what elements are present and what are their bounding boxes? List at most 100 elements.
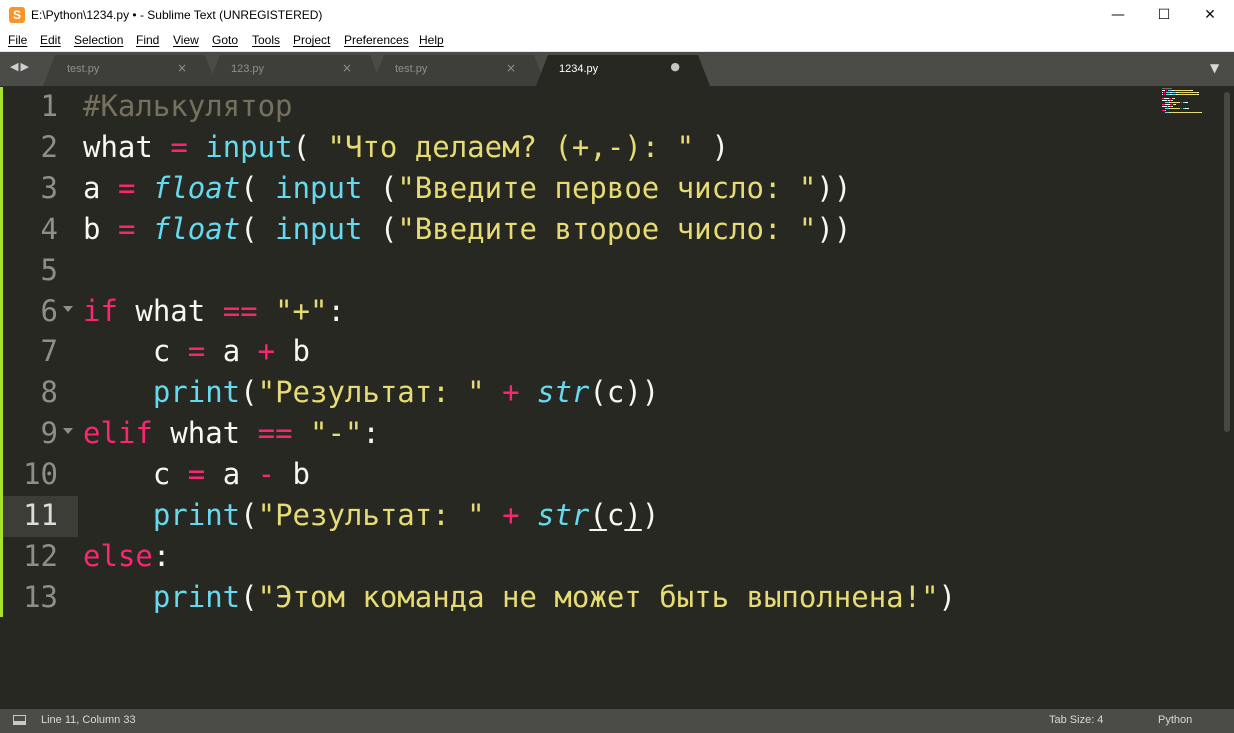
- code-token: ==: [222, 293, 258, 328]
- minimap-mark: [1175, 104, 1176, 105]
- minimap-mark: [1164, 94, 1165, 95]
- code-line[interactable]: 13 print("Этом команда не может быть вып…: [0, 578, 1222, 619]
- minimap-mark: [1178, 92, 1197, 93]
- tab-label: 1234.py: [559, 63, 599, 75]
- code-token: =: [187, 457, 206, 492]
- code-token: ==: [257, 416, 293, 451]
- minimap[interactable]: [1162, 88, 1214, 114]
- code-text: #Калькулятор: [83, 89, 293, 123]
- minimap-mark: [1191, 90, 1193, 91]
- code-token: +: [257, 334, 276, 369]
- tab-test-py-1[interactable]: test.py ×: [55, 55, 205, 86]
- code-token: +: [502, 498, 520, 532]
- tab-test-py-2[interactable]: test.py ×: [384, 55, 534, 86]
- line-number: 6: [40, 293, 58, 328]
- menu-tools[interactable]: Tools: [252, 33, 280, 47]
- menu-find[interactable]: Find: [136, 33, 159, 47]
- code-line[interactable]: 6 if what == "+":: [0, 292, 1222, 333]
- code-token: (: [240, 498, 258, 532]
- menu-selection[interactable]: Selection: [74, 33, 123, 47]
- tab-close-icon[interactable]: ×: [177, 61, 187, 75]
- code-token: (: [362, 211, 398, 246]
- tab-close-icon[interactable]: ×: [506, 61, 516, 75]
- code-line[interactable]: 2 what = input( "Что делаем? (+,-): " ): [0, 128, 1222, 169]
- maximize-button[interactable]: ☐: [1141, 0, 1187, 30]
- menu-edit[interactable]: Edit: [40, 33, 61, 47]
- code-token: a: [205, 457, 258, 492]
- code-line[interactable]: 7 c = a + b: [0, 332, 1222, 373]
- code-token: float: [152, 170, 241, 205]
- code-token: :: [362, 416, 380, 451]
- code-token: ): [624, 498, 642, 532]
- code-token: "Что делаем? (+,-): ": [327, 129, 695, 164]
- code-line[interactable]: 5: [0, 251, 1222, 292]
- tab-123-py[interactable]: 123.py ×: [220, 55, 370, 86]
- code-line[interactable]: 4b = float( input ("Введите второе число…: [0, 210, 1222, 251]
- minimap-mark: [1185, 102, 1188, 103]
- minimize-button[interactable]: —: [1095, 0, 1141, 30]
- tab-edge: [43, 55, 55, 86]
- code-text: if what == "+":: [83, 294, 345, 328]
- syntax-selector[interactable]: Python: [1158, 714, 1192, 726]
- minimap-mark: [1201, 112, 1202, 113]
- code-token: =: [117, 170, 136, 205]
- code-text: a = float( input ("Введите первое число:…: [83, 171, 851, 205]
- line-number: 4: [40, 211, 58, 246]
- menu-goto[interactable]: Goto: [212, 33, 238, 47]
- code-text: c = a - b: [83, 457, 310, 491]
- code-line[interactable]: 3a = float( input ("Введите первое число…: [0, 169, 1222, 210]
- code-text: print("Результат: " + str(c)): [83, 375, 659, 409]
- code-token: a: [83, 170, 101, 205]
- tab-1234-py[interactable]: 1234.py ●: [548, 55, 698, 86]
- window-title: E:\Python\1234.py • - Sublime Text (UNRE…: [31, 8, 323, 22]
- tab-size-selector[interactable]: Tab Size: 4: [1049, 714, 1103, 726]
- code-token: (: [240, 579, 258, 614]
- code-token: c: [83, 457, 188, 492]
- tab-close-icon[interactable]: ×: [342, 61, 352, 75]
- minimap-mark: [1181, 108, 1182, 109]
- menu-preferences[interactable]: Preferences: [344, 33, 409, 47]
- code-token: (: [240, 211, 276, 246]
- code-token: input: [205, 129, 293, 164]
- fold-arrow-icon[interactable]: [63, 428, 73, 435]
- menu-help[interactable]: Help: [419, 33, 444, 47]
- minimap-mark: [1170, 112, 1201, 113]
- code-token: print: [152, 498, 241, 532]
- code-token: -: [257, 457, 276, 492]
- code-line[interactable]: 10 c = a - b: [0, 455, 1222, 496]
- code-token: elif: [83, 416, 153, 451]
- tab-navigation-arrows-icon[interactable]: ◀▶: [10, 60, 31, 73]
- code-editor[interactable]: 1 #Калькулятор 2 what = input( "Что делаем?…: [0, 87, 1222, 709]
- code-text: elif what == "-":: [83, 416, 380, 450]
- code-line[interactable]: 11 print("Результат: " + str(c)): [0, 496, 1222, 537]
- tab-edge: [698, 55, 710, 86]
- code-line[interactable]: 1 #Калькулятор: [0, 87, 1222, 128]
- unsaved-dot-icon[interactable]: ●: [670, 60, 680, 73]
- panel-toggle-icon[interactable]: [13, 715, 26, 725]
- code-token: (: [362, 170, 398, 205]
- tab-edge: [208, 55, 220, 86]
- minimap-mark: [1162, 90, 1165, 91]
- code-token: (: [240, 170, 276, 205]
- tab-edge: [372, 55, 384, 86]
- code-token: if: [83, 293, 118, 328]
- vertical-scrollbar-thumb[interactable]: [1224, 92, 1230, 432]
- menu-project[interactable]: Project: [293, 33, 330, 47]
- line-number: 5: [40, 252, 58, 287]
- menu-file[interactable]: File: [8, 33, 27, 47]
- close-window-button[interactable]: ✕: [1187, 0, 1233, 30]
- code-line[interactable]: 9 elif what == "-":: [0, 414, 1222, 455]
- tab-edge: [536, 55, 548, 86]
- tab-list-dropdown-icon[interactable]: ▼: [1210, 61, 1219, 75]
- code-line[interactable]: 12 else:: [0, 537, 1222, 578]
- fold-arrow-icon[interactable]: [63, 305, 73, 312]
- code-line[interactable]: 8 print("Результат: " + str(c)): [0, 373, 1222, 414]
- menu-view[interactable]: View: [173, 33, 199, 47]
- line-number: 9: [40, 416, 58, 451]
